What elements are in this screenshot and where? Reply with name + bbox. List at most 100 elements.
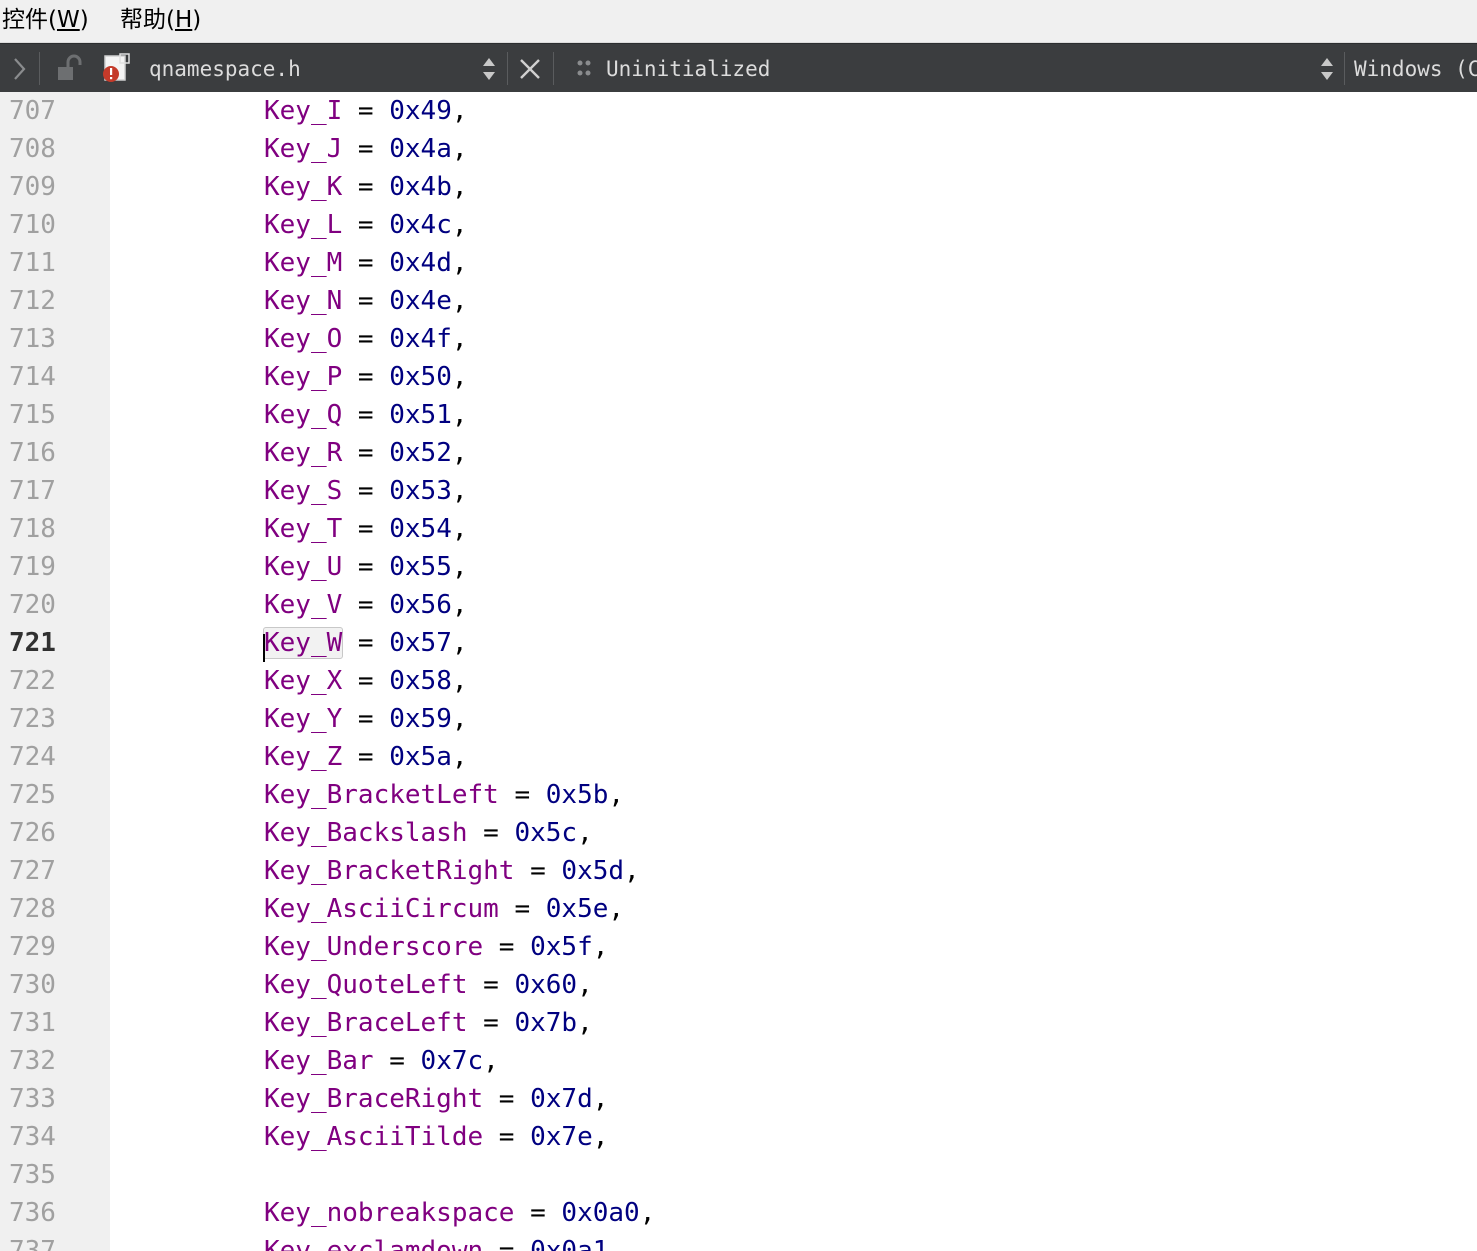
updown-arrows-icon[interactable] — [1316, 44, 1338, 93]
code-line: Key_I = 0x49, — [264, 92, 468, 130]
close-icon[interactable] — [514, 44, 546, 93]
text-cursor — [263, 634, 265, 662]
code-line: Key_Underscore = 0x5f, — [264, 928, 608, 966]
enum-identifier: Key_Bar — [264, 1046, 374, 1076]
enum-identifier: Key_Y — [264, 704, 343, 734]
enum-value: 0x4c — [389, 210, 452, 240]
symbol-selector[interactable]: Uninitialized — [606, 56, 770, 82]
line-number: 734 — [9, 1122, 56, 1152]
assign-operator: = — [373, 1046, 421, 1076]
comma: , — [577, 970, 593, 1000]
comma: , — [592, 932, 609, 962]
assign-operator: = — [342, 134, 390, 164]
line-number: 735 — [9, 1160, 56, 1190]
line-number: 722 — [9, 666, 56, 696]
assign-operator: = — [342, 476, 390, 506]
assign-operator: = — [342, 666, 390, 696]
enum-identifier: Key_Z — [264, 742, 343, 772]
code-line: Key_Q = 0x51, — [264, 396, 468, 434]
comma: , — [592, 1084, 609, 1114]
updown-arrows-icon[interactable] — [478, 44, 500, 93]
enum-identifier: Key_T — [264, 514, 343, 544]
comma: , — [608, 1236, 625, 1251]
comma: , — [451, 324, 468, 354]
enum-value: 0x5e — [545, 894, 609, 924]
menu-help-suffix: ) — [192, 7, 202, 33]
code-line: Key_Bar = 0x7c, — [264, 1042, 499, 1080]
assign-operator: = — [483, 1122, 531, 1152]
menu-help-label: 帮助( — [120, 7, 175, 33]
enum-value: 0x0a0 — [561, 1198, 640, 1228]
comma: , — [577, 818, 593, 848]
comma: , — [451, 476, 468, 506]
assign-operator: = — [342, 704, 390, 734]
enum-value: 0x4d — [389, 248, 452, 278]
enum-identifier: Key_nobreakspace — [264, 1198, 515, 1228]
enum-identifier: Key_BracketRight — [264, 856, 515, 886]
assign-operator: = — [342, 248, 390, 278]
enum-value: 0x0a1 — [530, 1236, 609, 1251]
enum-value: 0x5d — [561, 856, 625, 886]
enum-value: 0x7b — [514, 1008, 578, 1038]
assign-operator: = — [483, 1084, 531, 1114]
comma: , — [451, 210, 468, 240]
enum-identifier: Key_BracketLeft — [264, 780, 499, 810]
enum-value: 0x4e — [389, 286, 452, 316]
enum-identifier: Key_L — [264, 210, 343, 240]
line-number: 724 — [9, 742, 56, 772]
enum-identifier: Key_AsciiTilde — [264, 1122, 484, 1152]
drag-handle-icon[interactable] — [572, 44, 596, 93]
lock-icon[interactable] — [52, 44, 86, 93]
line-number: 731 — [9, 1008, 56, 1038]
file-error-icon[interactable] — [98, 44, 134, 93]
comma: , — [451, 96, 468, 126]
enum-identifier: Key_S — [264, 476, 343, 506]
assign-operator: = — [467, 818, 515, 848]
chevron-right-icon[interactable] — [2, 44, 36, 93]
code-line: Key_O = 0x4f, — [264, 320, 468, 358]
line-number: 707 — [9, 96, 56, 126]
comma: , — [451, 248, 468, 278]
code-editor[interactable]: Key_I = 0x49, Key_J = 0x4a, Key_K = 0x4b, K… — [110, 92, 1477, 1251]
assign-operator: = — [514, 856, 562, 886]
enum-value: 0x5f — [530, 932, 593, 962]
line-number: 712 — [9, 286, 56, 316]
enum-value: 0x4a — [389, 134, 452, 164]
menu-widgets-accel: W — [56, 7, 80, 33]
line-number: 723 — [9, 704, 56, 734]
enum-identifier: Key_X — [264, 666, 343, 696]
code-line: Key_BracketRight = 0x5d, — [264, 852, 640, 890]
line-number: 708 — [9, 134, 56, 164]
enum-identifier: Key_BraceRight — [264, 1084, 484, 1114]
assign-operator: = — [342, 590, 390, 620]
menu-help[interactable]: 帮助(H) — [120, 5, 201, 35]
line-number: 713 — [9, 324, 56, 354]
comma: , — [483, 1046, 499, 1076]
enum-value: 0x60 — [514, 970, 578, 1000]
assign-operator: = — [467, 1008, 515, 1038]
enum-value: 0x5c — [514, 818, 578, 848]
line-number: 718 — [9, 514, 56, 544]
assign-operator: = — [342, 324, 390, 354]
menu-bar: 控件(W) 帮助(H) — [0, 0, 1477, 43]
enum-value: 0x56 — [389, 590, 452, 620]
line-ending-selector[interactable]: Windows (C — [1354, 56, 1477, 82]
enum-value: 0x7e — [530, 1122, 593, 1152]
toolbar-separator — [507, 52, 508, 85]
comma: , — [451, 134, 468, 164]
code-line: Key_BraceLeft = 0x7b, — [264, 1004, 593, 1042]
enum-value: 0x5a — [389, 742, 452, 772]
code-line: Key_W = 0x57, — [263, 624, 468, 662]
toolbar-separator — [1344, 52, 1345, 85]
enum-value: 0x50 — [389, 362, 452, 392]
code-line: Key_S = 0x53, — [264, 472, 468, 510]
comma: , — [451, 628, 468, 658]
enum-identifier: Key_N — [264, 286, 343, 316]
line-number: 714 — [9, 362, 56, 392]
menu-widgets[interactable]: 控件(W) — [2, 5, 89, 35]
code-line: Key_BraceRight = 0x7d, — [264, 1080, 608, 1118]
comma: , — [451, 552, 468, 582]
assign-operator: = — [342, 552, 390, 582]
assign-operator: = — [342, 438, 390, 468]
open-file-name[interactable]: qnamespace.h — [149, 56, 301, 82]
